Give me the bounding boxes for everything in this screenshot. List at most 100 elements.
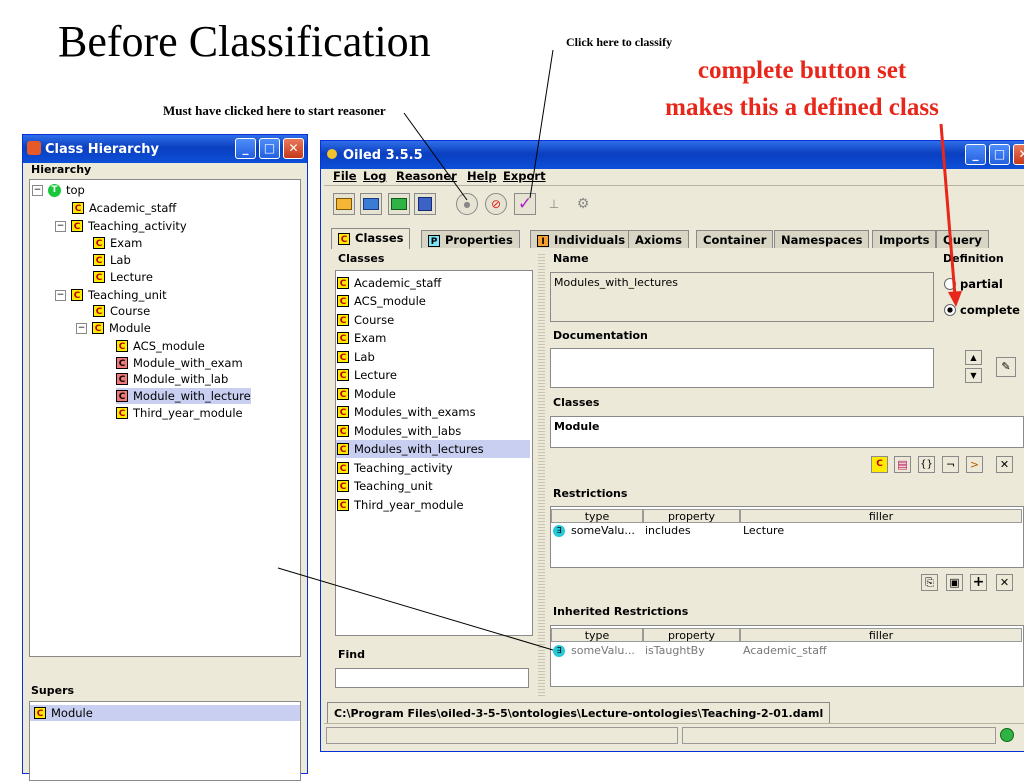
collapse-icon[interactable]: − [55, 220, 66, 232]
copy-icon[interactable]: ⎘ [921, 574, 938, 591]
tab-axioms[interactable]: Axioms [628, 230, 689, 248]
name-field[interactable]: Modules_with_lectures [550, 272, 934, 322]
maximize-button[interactable]: □ [259, 138, 280, 159]
tree-node[interactable]: C Third_year_module [116, 405, 243, 421]
tree-node[interactable]: − C Teaching_unit [55, 287, 167, 303]
collapse-icon[interactable]: − [55, 289, 66, 301]
tab-imports[interactable]: Imports [872, 230, 937, 248]
delete-class-icon[interactable]: ✕ [996, 456, 1013, 473]
paste-icon[interactable]: ▣ [946, 574, 963, 591]
file-tab[interactable]: C:\Program Files\oiled-3-5-5\ontologies\… [327, 702, 831, 724]
maximize-button[interactable]: □ [989, 144, 1010, 165]
tab-container[interactable]: Container [696, 230, 774, 248]
table-row[interactable]: ∃ someValu... isTaughtBy Academic_staff [553, 644, 827, 657]
list-item[interactable]: C ACS_module [336, 292, 530, 310]
minimize-button[interactable]: _ [235, 138, 256, 159]
tree-node-selected[interactable]: C Module_with_lecture [116, 388, 251, 404]
scroll-up-icon[interactable]: ▲ [965, 350, 982, 365]
tree-node[interactable]: C ACS_module [116, 338, 205, 354]
tree-node[interactable]: − C Teaching_activity [55, 218, 187, 234]
status-field-right [682, 727, 996, 744]
classify-checkmark-icon[interactable]: ✓ [514, 193, 536, 215]
delete-restriction-icon[interactable]: ✕ [996, 574, 1013, 591]
list-item[interactable]: C Course [336, 311, 530, 329]
disconnect-reasoner-icon[interactable]: ⊘ [485, 193, 507, 215]
collapse-icon[interactable]: − [76, 322, 87, 334]
col-header-filler[interactable]: filler [740, 628, 1022, 642]
scroll-down-icon[interactable]: ▼ [965, 368, 982, 383]
close-button[interactable]: ✕ [283, 138, 304, 159]
list-item[interactable]: C Module [336, 385, 530, 403]
expression-icon[interactable]: > [966, 456, 983, 473]
tab-individuals[interactable]: I Individuals [530, 230, 633, 248]
list-item[interactable]: C Lab [336, 348, 530, 366]
radio-complete[interactable]: complete [944, 303, 1020, 317]
open-icon[interactable] [360, 193, 382, 215]
tab-namespaces[interactable]: Namespaces [774, 230, 870, 248]
list-item[interactable]: C Teaching_unit [336, 477, 530, 495]
tree-node[interactable]: C Exam [93, 235, 142, 251]
class-icon: C [337, 277, 349, 289]
tree-node[interactable]: C Academic_staff [72, 200, 176, 216]
exists-icon: ∃ [553, 524, 565, 537]
tree-node[interactable]: C Course [93, 303, 150, 319]
add-table-icon[interactable]: ▤ [894, 456, 911, 473]
file-tab-separator [324, 723, 1024, 724]
tree-node[interactable]: C Module_with_lab [116, 371, 228, 387]
menu-reasoner[interactable]: Reasoner [396, 169, 457, 183]
tree-node[interactable]: C Lecture [93, 269, 153, 285]
list-item[interactable]: C Third_year_module [336, 496, 530, 514]
name-label: Name [551, 252, 591, 265]
documentation-label: Documentation [551, 329, 650, 342]
not-icon[interactable]: ¬ [942, 456, 959, 473]
table-row[interactable]: ∃ someValu... includes Lecture [553, 524, 784, 537]
list-item[interactable]: C Lecture [336, 366, 530, 384]
splitter-handle[interactable] [538, 252, 545, 698]
tree-node[interactable]: C Lab [93, 252, 131, 268]
classes-section-value[interactable]: Module [550, 416, 1024, 448]
radio-circle-icon [944, 278, 956, 290]
save-icon[interactable] [414, 193, 436, 215]
tab-classes[interactable]: C Classes [331, 228, 411, 249]
radio-partial[interactable]: partial [944, 277, 1003, 291]
add-restriction-icon[interactable]: + [970, 574, 987, 591]
connect-reasoner-icon[interactable]: ● [456, 193, 478, 215]
menu-log[interactable]: Log [363, 169, 386, 183]
col-header-property[interactable]: property [643, 509, 740, 523]
tab-query[interactable]: Query [936, 230, 989, 248]
list-item[interactable]: C Modules_with_exams [336, 403, 530, 421]
col-header-property[interactable]: property [643, 628, 740, 642]
col-header-filler[interactable]: filler [740, 509, 1022, 523]
list-item-selected[interactable]: C Modules_with_lectures [336, 440, 530, 458]
oiled-titlebar[interactable]: Oiled 3.5.5 _ □ ✕ [321, 141, 1024, 169]
settings-icon[interactable]: ⚙ [572, 193, 594, 215]
restrictions-label: Restrictions [551, 487, 630, 500]
close-button[interactable]: ✕ [1013, 144, 1024, 165]
find-input[interactable] [335, 668, 529, 688]
hierarchy-icon[interactable]: ⊥ [543, 193, 565, 215]
tab-properties[interactable]: P Properties [421, 230, 520, 248]
tree-node[interactable]: − C Module [76, 320, 151, 336]
documentation-field[interactable] [550, 348, 934, 388]
tree-node[interactable]: C Module_with_exam [116, 355, 243, 371]
supers-item[interactable]: C Module [30, 705, 300, 721]
open-folder-icon[interactable] [333, 193, 355, 215]
collapse-icon[interactable]: − [32, 184, 43, 196]
menu-export[interactable]: Export [503, 169, 546, 183]
class-hierarchy-titlebar[interactable]: Class Hierarchy _ □ ✕ [23, 135, 307, 163]
menu-help[interactable]: Help [467, 169, 497, 183]
tree-node-top[interactable]: − T top [32, 182, 85, 198]
add-class-icon[interactable]: C [871, 456, 888, 473]
col-header-type[interactable]: type [551, 509, 643, 523]
minimize-button[interactable]: _ [965, 144, 986, 165]
list-item[interactable]: C Exam [336, 329, 530, 347]
set-braces-icon[interactable]: {} [918, 456, 935, 473]
class-icon: C [71, 289, 83, 301]
edit-pencil-icon[interactable]: ✎ [996, 357, 1016, 377]
menu-file[interactable]: File [333, 169, 357, 183]
list-item[interactable]: C Modules_with_labs [336, 422, 530, 440]
list-item[interactable]: C Teaching_activity [336, 459, 530, 477]
list-item[interactable]: C Academic_staff [336, 274, 530, 292]
reopen-icon[interactable] [388, 193, 410, 215]
col-header-type[interactable]: type [551, 628, 643, 642]
